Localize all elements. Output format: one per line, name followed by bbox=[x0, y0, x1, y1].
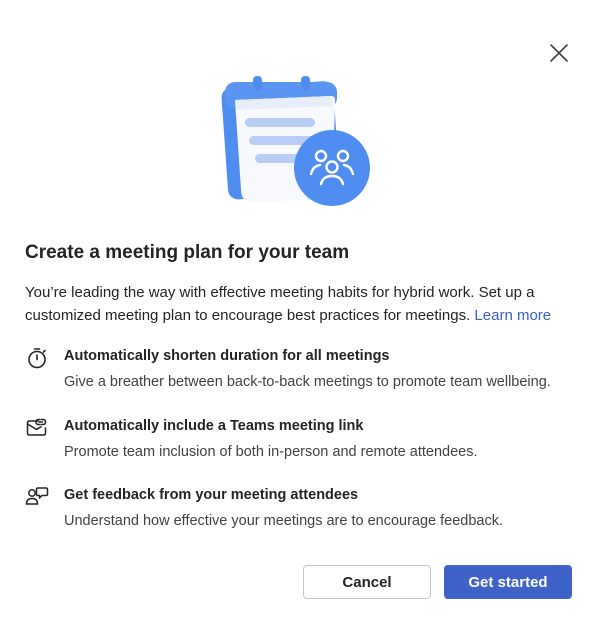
get-started-button[interactable]: Get started bbox=[444, 565, 572, 599]
feature-body: Promote team inclusion of both in-person… bbox=[64, 444, 478, 460]
close-icon bbox=[550, 44, 568, 62]
feature-heading: Automatically shorten duration for all m… bbox=[64, 348, 390, 364]
timer-icon bbox=[28, 348, 46, 369]
learn-more-link[interactable]: Learn more bbox=[474, 307, 551, 324]
description-text: You’re leading the way with effective me… bbox=[25, 284, 535, 324]
dialog-description: You’re leading the way with effective me… bbox=[25, 281, 570, 327]
close-button[interactable] bbox=[544, 38, 574, 68]
feature-body: Give a breather between back-to-back mee… bbox=[64, 374, 551, 390]
feedback-icon bbox=[25, 487, 49, 505]
teams-link-icon bbox=[26, 418, 47, 436]
feature-heading: Get feedback from your meeting attendees bbox=[64, 487, 359, 503]
dialog-title: Create a meeting plan for your team bbox=[25, 242, 350, 263]
meeting-plan-dialog: Create a meeting plan for your team You’… bbox=[0, 0, 607, 631]
cancel-button[interactable]: Cancel bbox=[303, 565, 431, 599]
calendar-team-illustration bbox=[221, 76, 370, 206]
feature-body: Understand how effective your meetings a… bbox=[64, 513, 504, 529]
feature-heading: Automatically include a Teams meeting li… bbox=[64, 418, 364, 434]
